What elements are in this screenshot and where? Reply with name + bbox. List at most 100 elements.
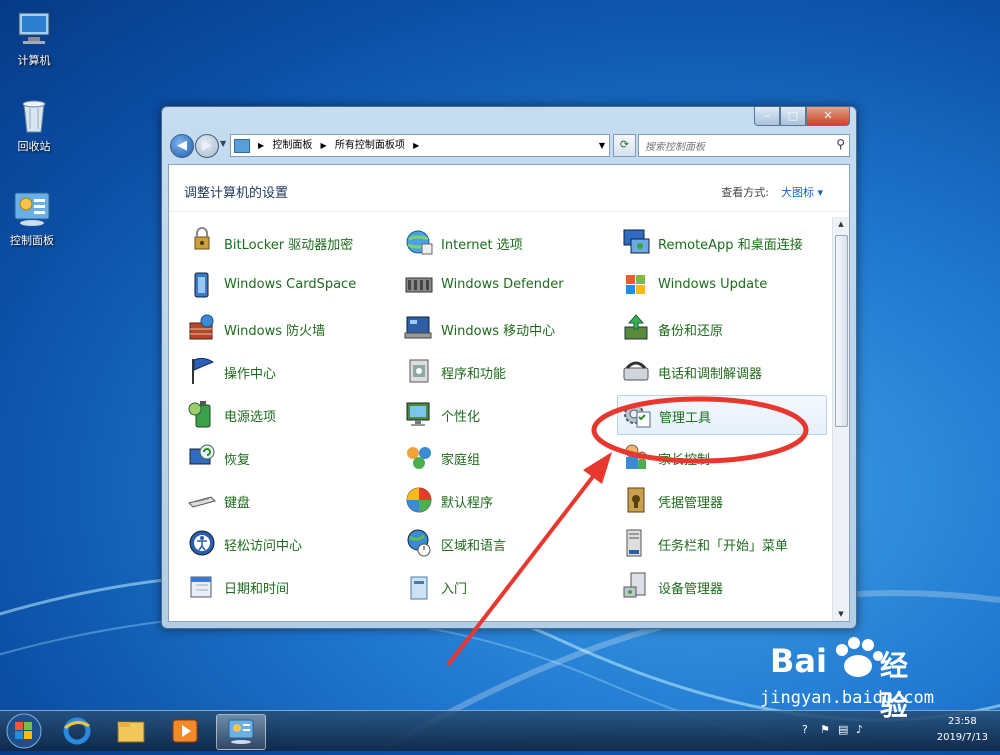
- scrollbar-thumb[interactable]: [835, 235, 848, 427]
- item-label: 默认程序: [441, 496, 494, 511]
- network-icon[interactable]: ▤: [838, 723, 848, 736]
- item-recovery[interactable]: 恢复: [187, 442, 387, 472]
- clock[interactable]: 23:58 2019/7/13: [937, 714, 988, 746]
- item-label: Windows Defender: [441, 277, 564, 292]
- start-button[interactable]: [2, 711, 46, 751]
- windows-update-icon: [626, 275, 645, 294]
- item-backup-restore[interactable]: 备份和还原: [621, 313, 821, 343]
- refresh-button[interactable]: ⟳: [613, 134, 636, 157]
- scroll-up-icon[interactable]: ▲: [833, 217, 849, 231]
- item-taskbar-start[interactable]: 任务栏和「开始」菜单: [621, 528, 821, 558]
- item-label: 家庭组: [441, 453, 481, 468]
- item-cardspace[interactable]: Windows CardSpace: [187, 270, 387, 300]
- item-label: 设备管理器: [658, 582, 724, 597]
- item-programs-features[interactable]: 程序和功能: [404, 356, 604, 386]
- mobility-center-icon: [404, 316, 432, 339]
- item-default-programs[interactable]: 默认程序: [404, 485, 604, 515]
- default-programs-icon: [406, 487, 432, 513]
- item-label: Internet 选项: [441, 238, 523, 253]
- back-arrow-icon: ◀: [177, 138, 187, 153]
- item-label: Windows 防火墙: [224, 324, 326, 339]
- item-homegroup[interactable]: 家庭组: [404, 442, 604, 472]
- recent-pages-dropdown[interactable]: ▼: [220, 139, 226, 148]
- search-box: ⚲: [638, 134, 850, 157]
- back-button[interactable]: ◀: [170, 134, 194, 158]
- item-date-time[interactable]: 日期和时间: [187, 571, 387, 601]
- item-personalization[interactable]: 个性化: [404, 399, 604, 429]
- volume-icon[interactable]: ♪: [856, 723, 863, 736]
- search-input[interactable]: [639, 138, 825, 157]
- item-keyboard[interactable]: 键盘: [187, 485, 387, 515]
- vertical-scrollbar[interactable]: ▲ ▼: [832, 217, 849, 621]
- item-action-center[interactable]: 操作中心: [187, 356, 387, 386]
- device-manager-icon: [623, 572, 646, 598]
- item-label: 操作中心: [224, 367, 277, 382]
- item-remoteapp[interactable]: RemoteApp 和桌面连接: [621, 227, 821, 257]
- item-label: 凭据管理器: [658, 496, 724, 511]
- taskbar-control-panel[interactable]: [216, 714, 266, 750]
- item-device-manager[interactable]: 设备管理器: [621, 571, 821, 601]
- firewall-icon: [189, 314, 214, 340]
- help-icon[interactable]: ?: [802, 723, 808, 736]
- breadcrumb-separator-icon: ▶: [320, 141, 327, 150]
- desktop-icon-computer[interactable]: 计算机: [2, 10, 66, 68]
- cardspace-icon: [194, 272, 209, 298]
- item-power-options[interactable]: 电源选项: [187, 399, 387, 429]
- programs-features-icon: [409, 359, 429, 383]
- desktop-icon-recycle-bin[interactable]: 回收站: [2, 96, 66, 154]
- address-dropdown-icon[interactable]: ▼: [599, 135, 605, 156]
- personalization-icon: [406, 402, 430, 426]
- breadcrumb-all-items[interactable]: 所有控制面板项: [335, 140, 405, 151]
- breadcrumb-separator-icon: ▶: [413, 141, 420, 150]
- item-label: BitLocker 驱动器加密: [224, 238, 354, 253]
- item-label: Windows 移动中心: [441, 324, 556, 339]
- search-icon[interactable]: ⚲: [836, 137, 845, 151]
- windows-orb-icon: [6, 713, 42, 749]
- desktop-icon-label: 控制面板: [10, 234, 54, 247]
- taskbar-file-explorer[interactable]: [107, 714, 155, 748]
- item-firewall[interactable]: Windows 防火墙: [187, 313, 387, 343]
- item-label: 程序和功能: [441, 367, 507, 382]
- item-phone-modem[interactable]: 电话和调制解调器: [621, 356, 821, 386]
- view-by-dropdown[interactable]: 大图标 ▾: [781, 184, 823, 200]
- clock-time: 23:58: [947, 716, 977, 727]
- item-admin-tools[interactable]: 管理工具: [617, 395, 827, 435]
- item-getting-started[interactable]: 入门: [404, 571, 604, 601]
- taskbar-media-player[interactable]: [161, 714, 209, 748]
- minimize-button[interactable]: –: [754, 107, 780, 126]
- item-credential-manager[interactable]: 凭据管理器: [621, 485, 821, 515]
- taskbar-start-icon: [626, 529, 642, 557]
- taskbar-internet-explorer[interactable]: [53, 714, 101, 748]
- item-label: 日期和时间: [224, 582, 290, 597]
- window-controls: – □ ✕: [754, 107, 850, 126]
- clock-date: 2019/7/13: [936, 732, 988, 743]
- item-ease-of-access[interactable]: 轻松访问中心: [187, 528, 387, 558]
- flag-icon[interactable]: ⚑: [820, 723, 830, 736]
- item-bitlocker[interactable]: BitLocker 驱动器加密: [187, 227, 387, 257]
- item-mobility-center[interactable]: Windows 移动中心: [404, 313, 604, 343]
- item-label: 恢复: [224, 453, 251, 468]
- scroll-down-icon[interactable]: ▼: [833, 607, 849, 621]
- recycle-bin-icon: [22, 100, 46, 133]
- page-title: 调整计算机的设置: [184, 186, 289, 201]
- item-label: 备份和还原: [658, 324, 724, 339]
- desktop-icon-control-panel[interactable]: 控制面板: [0, 190, 64, 248]
- forward-button[interactable]: ▶: [195, 134, 219, 158]
- item-parental-controls[interactable]: 家长控制: [621, 442, 821, 472]
- control-panel-window: – □ ✕ ◀ ▶ ▼ ▶ 控制面板 ▶ 所有控制面板项 ▶ ▼ ⟳ ⚲ 调整计…: [161, 106, 857, 629]
- address-bar[interactable]: ▶ 控制面板 ▶ 所有控制面板项 ▶ ▼: [230, 134, 610, 157]
- region-language-icon: [407, 529, 431, 557]
- item-internet-options[interactable]: Internet 选项: [404, 227, 604, 257]
- computer-icon: [18, 12, 50, 44]
- breadcrumb-separator-icon: ▶: [258, 141, 265, 150]
- item-windows-update[interactable]: Windows Update: [621, 270, 821, 300]
- item-label: RemoteApp 和桌面连接: [658, 238, 803, 253]
- forward-arrow-icon: ▶: [202, 138, 212, 153]
- breadcrumb-control-panel[interactable]: 控制面板: [272, 140, 312, 151]
- item-defender[interactable]: Windows Defender: [404, 270, 604, 300]
- maximize-button[interactable]: □: [780, 107, 806, 126]
- item-region-language[interactable]: 区域和语言: [404, 528, 604, 558]
- item-label: 个性化: [441, 410, 481, 425]
- phone-modem-icon: [623, 361, 649, 381]
- close-button[interactable]: ✕: [806, 107, 850, 126]
